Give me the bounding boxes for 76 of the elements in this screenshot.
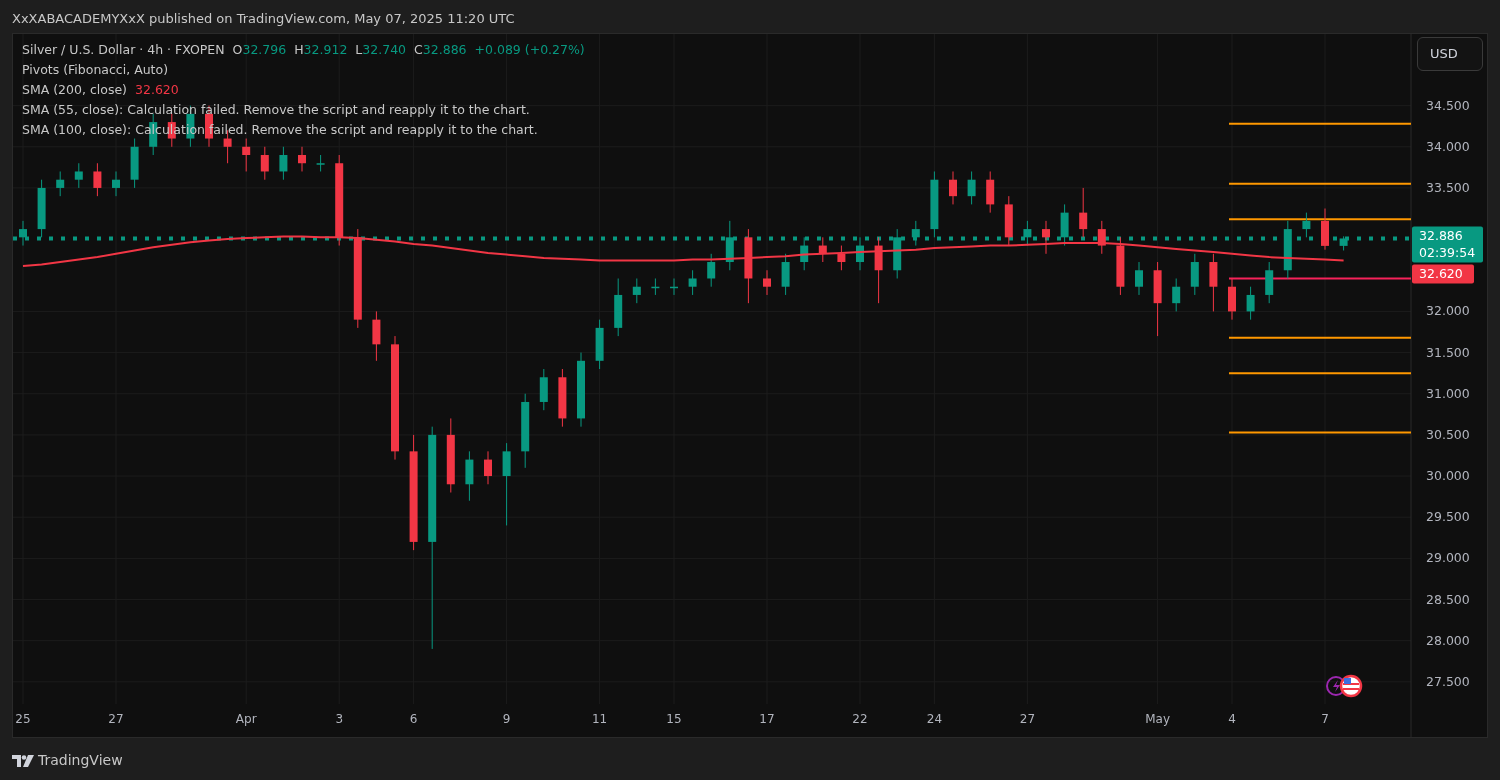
date-axis-label: 15 xyxy=(666,712,682,726)
candlestick xyxy=(707,253,716,288)
date-axis-label: 3 xyxy=(335,712,343,726)
currency-button[interactable]: USD xyxy=(1417,37,1483,71)
candlestick xyxy=(112,170,120,197)
date-axis-label: 17 xyxy=(759,712,775,726)
candlestick xyxy=(688,269,697,296)
date-axis-label: May xyxy=(1145,712,1170,726)
ohlc-value: 32.912 xyxy=(303,41,348,59)
indicator-name: SMA (100, close): xyxy=(22,121,132,139)
candlestick xyxy=(93,162,102,197)
price-axis-label: 27.500 xyxy=(1426,673,1470,689)
indicator-name: Pivots (Fibonacci, Auto) xyxy=(22,61,169,79)
price-axis-label: 28.000 xyxy=(1426,632,1470,648)
price-change: +0.089 (+0.27%) xyxy=(474,41,585,59)
symbol-title: Silver / U.S. Dollar · 4h · FXOPEN xyxy=(22,41,225,59)
date-axis-label: 25 xyxy=(15,712,31,726)
ohlc-label: H xyxy=(294,41,304,59)
price-axis-label: 31.000 xyxy=(1426,385,1470,401)
publish-info: XxXABACADEMYXxX published on TradingView.com, May 07, 2025 11:20 UTC xyxy=(12,11,515,26)
logo-icon xyxy=(12,754,34,767)
candlestick xyxy=(632,277,641,304)
candlestick xyxy=(298,146,306,172)
date-axis-label: 4 xyxy=(1228,712,1236,726)
price-axis-label: 31.500 xyxy=(1426,344,1470,360)
ohlc-label: L xyxy=(355,41,363,59)
price-axis-label: 28.500 xyxy=(1426,591,1470,607)
price-axis-label: 34.500 xyxy=(1426,97,1470,113)
ohlc-label: O xyxy=(232,41,243,59)
price-axis-label: 34.000 xyxy=(1426,138,1470,154)
price-axis-label: 33.500 xyxy=(1426,179,1470,195)
candlestick xyxy=(19,220,27,247)
date-axis-label: 9 xyxy=(502,712,511,726)
price-axis-label: 32.000 xyxy=(1426,303,1470,319)
candlestick xyxy=(74,162,83,189)
price-tag: 32.620 xyxy=(1412,264,1474,284)
candlestick xyxy=(242,138,251,172)
candlestick xyxy=(260,146,269,181)
indicator-value: 32.620 xyxy=(135,81,179,99)
ohlc-value: 32.796 xyxy=(242,41,287,59)
date-axis-label: 11 xyxy=(591,712,608,726)
date-axis-label: 27 xyxy=(1019,712,1036,726)
date-axis-label: 22 xyxy=(852,712,868,726)
candlestick xyxy=(1135,261,1143,296)
candlestick xyxy=(911,220,920,247)
events-icon[interactable] xyxy=(1326,674,1363,698)
date-axis-label: 27 xyxy=(108,712,124,726)
candlestick xyxy=(763,269,771,296)
date-axis-label: 6 xyxy=(409,712,418,726)
candlestick xyxy=(1023,220,1032,247)
candlestick xyxy=(837,245,846,271)
candlestick xyxy=(1079,187,1088,238)
price-tag: 32.886 02:39:54 xyxy=(1412,226,1483,263)
candlestick xyxy=(949,170,957,205)
candlestick xyxy=(279,146,288,181)
candlestick xyxy=(1302,212,1311,238)
candlestick xyxy=(1097,220,1106,255)
candlestick xyxy=(1172,277,1181,312)
date-axis-label: 24 xyxy=(926,712,943,726)
candlestick xyxy=(56,170,65,197)
brand-name[interactable]: TradingView xyxy=(38,750,123,771)
indicator-name: SMA (200, close) xyxy=(22,81,127,99)
ohlc-value: 32.740 xyxy=(362,41,407,59)
candlestick xyxy=(1246,286,1255,321)
price-axis-label: 29.500 xyxy=(1426,509,1470,525)
price-axis-label: 30.000 xyxy=(1426,468,1470,484)
date-axis-label: 7 xyxy=(1321,712,1329,726)
candlestick xyxy=(1042,220,1050,255)
candlestick xyxy=(484,450,492,485)
price-axis-label: 29.000 xyxy=(1426,550,1470,566)
price-axis-label: 30.500 xyxy=(1426,426,1470,442)
candlestick xyxy=(967,170,976,205)
ohlc-label: C xyxy=(414,41,423,59)
ohlc-value: 32.886 xyxy=(422,41,467,59)
indicator-name: SMA (55, close): xyxy=(22,101,124,119)
date-axis-label: Apr xyxy=(235,712,257,726)
